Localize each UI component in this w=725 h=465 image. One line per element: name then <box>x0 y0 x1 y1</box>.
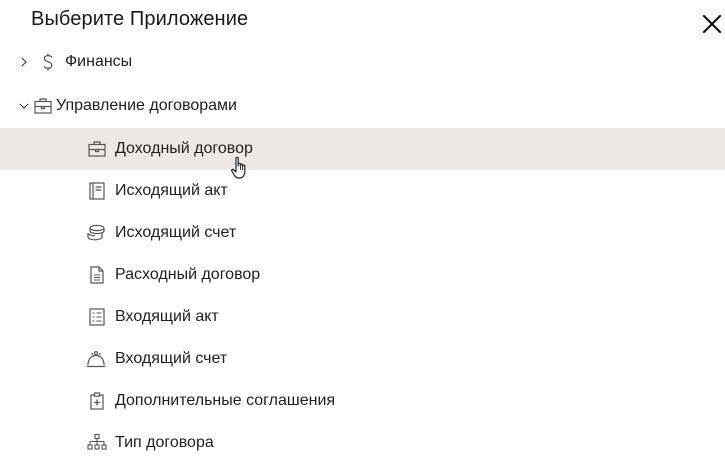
tree-item-expense-contract[interactable]: Расходный договор <box>0 254 725 296</box>
tree-item-incoming-invoice[interactable]: Входящий счет <box>0 338 725 380</box>
briefcase-icon <box>34 98 52 114</box>
briefcase-icon <box>88 141 106 157</box>
checklist-icon <box>89 308 105 326</box>
tree-item-label: Входящий счет <box>115 350 228 367</box>
hierarchy-icon <box>87 433 107 450</box>
tree-item-label: Исходящий акт <box>115 182 228 199</box>
tree-item-outgoing-invoice[interactable]: Исходящий счет <box>0 212 725 254</box>
tree-item-label: Исходящий счет <box>115 224 237 241</box>
service-bell-icon <box>87 350 105 368</box>
tree-group-finance[interactable]: Финансы <box>0 41 725 83</box>
tree-group-contracts[interactable]: Управление договорами <box>0 85 725 127</box>
coin-stack-icon <box>87 224 105 241</box>
tree-item-label: Дополнительные соглашения <box>115 392 336 409</box>
chevron-right-icon[interactable] <box>18 56 30 68</box>
document-icon <box>90 266 104 284</box>
tree-item-label: Доходный договор <box>115 140 253 157</box>
tree-item-label: Тип договора <box>115 434 214 451</box>
tree-group-label: Управление договорами <box>56 97 237 114</box>
page-title: Выберите Приложение <box>31 8 249 30</box>
tree-item-income-contract[interactable]: Доходный договор <box>0 128 725 170</box>
tree-item-incoming-act[interactable]: Входящий акт <box>0 296 725 338</box>
tree-item-outgoing-act[interactable]: Исходящий акт <box>0 170 725 212</box>
close-icon[interactable] <box>700 12 724 36</box>
clipboard-plus-icon <box>90 392 104 410</box>
chevron-down-icon[interactable] <box>18 100 30 112</box>
ledger-book-icon <box>89 182 105 200</box>
tree-item-label: Входящий акт <box>115 308 219 325</box>
tree-item-contract-type[interactable]: Тип договора <box>0 422 725 464</box>
tree-group-label: Финансы <box>65 53 133 70</box>
dollar-icon <box>43 53 53 71</box>
tree-item-additional-agreements[interactable]: Дополнительные соглашения <box>0 380 725 422</box>
tree-item-label: Расходный договор <box>115 266 261 283</box>
